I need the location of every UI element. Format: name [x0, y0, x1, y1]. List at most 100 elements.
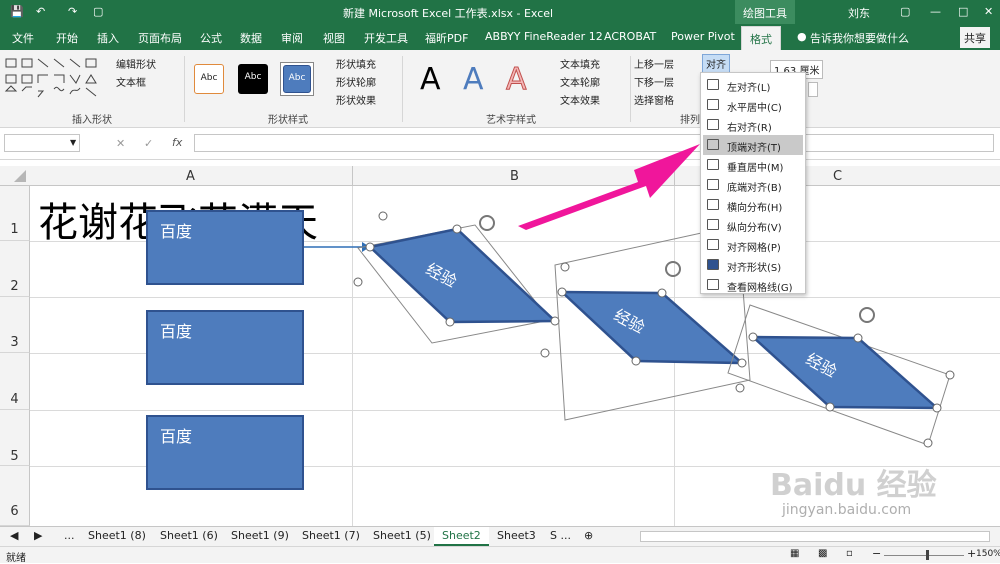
menu-item-snap-to-grid[interactable]: 对齐网格(P) [703, 235, 803, 255]
tab-home[interactable]: 开始 [56, 30, 78, 46]
rectangle-shape-2[interactable]: 百度 [146, 310, 304, 385]
minimize-icon[interactable]: — [930, 5, 941, 18]
align-dropdown-menu: 左对齐(L) 水平居中(C) 右对齐(R) 顶端对齐(T) 垂直居中(M) 底端… [700, 72, 806, 294]
row-header-2[interactable]: 2 [0, 241, 30, 297]
row-header-5[interactable]: 5 [0, 410, 30, 466]
sheet-tab[interactable]: Sheet3 [497, 529, 536, 542]
page-layout-view-icon[interactable]: ▩ [818, 548, 827, 559]
row-header-1[interactable]: 1 [0, 186, 30, 241]
sheet-tab[interactable]: S ... [550, 529, 571, 542]
tab-file[interactable]: 文件 [12, 30, 34, 46]
select-all-corner[interactable] [2, 168, 28, 184]
shapes-gallery[interactable] [4, 56, 110, 106]
sheet-tab[interactable]: Sheet1 (5) [373, 529, 431, 542]
menu-item-align-middle[interactable]: 垂直居中(M) [703, 155, 803, 175]
menu-item-distribute-horizontally[interactable]: 横向分布(H) [703, 195, 803, 215]
shape-effects-button[interactable]: 形状效果 [336, 92, 376, 107]
shape-fill-button[interactable]: 形状填充 [336, 56, 376, 71]
rectangle-shape-1[interactable]: 百度 [146, 210, 304, 285]
sheet-tab[interactable]: Sheet1 (8) [88, 529, 146, 542]
edit-shape-button[interactable]: 编辑形状 [116, 56, 156, 71]
tab-data[interactable]: 数据 [240, 30, 262, 46]
text-outline-button[interactable]: 文本轮廓 [560, 74, 600, 89]
share-button[interactable]: 共享 [960, 27, 990, 48]
sheet-tab[interactable]: Sheet1 (6) [160, 529, 218, 542]
redo-icon[interactable]: ↷ [68, 5, 77, 18]
wordart-black[interactable]: A [420, 62, 441, 97]
menu-item-align-left[interactable]: 左对齐(L) [703, 75, 803, 95]
more-sheets-icon[interactable]: ... [64, 529, 75, 542]
menu-item-align-top[interactable]: 顶端对齐(T) [703, 135, 803, 155]
add-sheet-icon[interactable]: ⊕ [584, 529, 593, 542]
prev-sheet-icon[interactable]: ◀ [10, 529, 18, 542]
quick-access-icon[interactable]: ▢ [93, 5, 103, 18]
zoom-out-icon[interactable]: − [872, 547, 881, 560]
tell-me-input[interactable]: 告诉我你想要做什么 [810, 30, 909, 46]
parallelogram-shape-3[interactable] [727, 304, 955, 448]
lightbulb-icon: ● [797, 30, 807, 43]
tab-foxit-pdf[interactable]: 福昕PDF [425, 30, 468, 46]
column-header-a[interactable]: A [186, 169, 195, 184]
wordart-blue[interactable]: A [463, 62, 484, 97]
sheet-tab[interactable]: Sheet1 (7) [302, 529, 360, 542]
normal-view-icon[interactable]: ▦ [790, 548, 799, 559]
page-break-view-icon[interactable]: ▫ [846, 548, 853, 559]
zoom-slider-thumb[interactable] [926, 550, 929, 560]
menu-item-distribute-vertically[interactable]: 纵向分布(V) [703, 215, 803, 235]
row-header-4[interactable]: 4 [0, 353, 30, 410]
maximize-icon[interactable]: □ [958, 5, 968, 18]
wordart-red-outline[interactable]: A [506, 62, 528, 98]
tab-power-pivot[interactable]: Power Pivot [671, 30, 735, 43]
next-sheet-icon[interactable]: ▶ [34, 529, 42, 542]
menu-item-align-right[interactable]: 右对齐(R) [703, 115, 803, 135]
zoom-in-icon[interactable]: + [967, 547, 976, 560]
row-header-6[interactable]: 6 [0, 466, 30, 526]
name-box-dropdown-icon[interactable]: ▼ [70, 138, 76, 147]
align-button[interactable]: 对齐 [702, 54, 730, 73]
tab-review[interactable]: 审阅 [281, 30, 303, 46]
zoom-slider[interactable] [884, 555, 964, 556]
tab-insert[interactable]: 插入 [97, 30, 119, 46]
tab-acrobat[interactable]: ACROBAT [604, 30, 656, 43]
tab-formulas[interactable]: 公式 [200, 30, 222, 46]
tab-abbyy[interactable]: ABBYY FineReader 12 [485, 30, 603, 43]
tab-view[interactable]: 视图 [323, 30, 345, 46]
bring-forward-button[interactable]: 上移一层 [634, 56, 674, 71]
tab-developer[interactable]: 开发工具 [364, 30, 408, 46]
text-fill-button[interactable]: 文本填充 [560, 56, 600, 71]
horizontal-scrollbar[interactable] [640, 531, 990, 542]
align-center-icon [707, 99, 719, 110]
tab-format[interactable]: 格式 [741, 26, 781, 50]
user-name[interactable]: 刘东 [848, 5, 870, 21]
ribbon-display-icon[interactable]: ▢ [900, 5, 910, 18]
shape-outline-button[interactable]: 形状轮廓 [336, 74, 376, 89]
width-input[interactable]: ​ [808, 82, 818, 97]
textbox-button[interactable]: 文本框 [116, 74, 146, 89]
zoom-level[interactable]: 150% [976, 549, 1000, 559]
close-icon[interactable]: ✕ [984, 5, 993, 18]
menu-item-align-bottom[interactable]: 底端对齐(B) [703, 175, 803, 195]
enter-icon[interactable]: ✓ [144, 137, 153, 150]
menu-item-align-center[interactable]: 水平居中(C) [703, 95, 803, 115]
cancel-icon[interactable]: ✕ [116, 137, 125, 150]
insert-function-icon[interactable]: fx [172, 136, 182, 149]
title-bar: 💾 ↶ ↷ ▢ 新建 Microsoft Excel 工作表.xlsx - Ex… [0, 0, 1000, 24]
send-backward-button[interactable]: 下移一层 [634, 74, 674, 89]
rectangle-shape-3[interactable]: 百度 [146, 415, 304, 490]
shape-style-orange[interactable]: Abc [194, 64, 224, 94]
column-header-c[interactable]: C [833, 169, 842, 184]
menu-item-snap-to-shape[interactable]: 对齐形状(S) [703, 255, 803, 275]
sheet-tab[interactable]: Sheet1 (9) [231, 529, 289, 542]
shape-style-blue-selected[interactable]: Abc [280, 62, 314, 96]
name-box[interactable] [4, 134, 80, 152]
save-icon[interactable]: 💾 [10, 5, 24, 18]
selection-pane-button[interactable]: 选择窗格 [634, 92, 674, 107]
sheet-tab-active[interactable]: Sheet2 [434, 527, 489, 546]
shape-style-black[interactable]: Abc [238, 64, 268, 94]
row-header-3[interactable]: 3 [0, 297, 30, 353]
watermark-logo: Baidu 经验 [770, 468, 937, 503]
undo-icon[interactable]: ↶ [36, 5, 45, 18]
menu-item-view-gridlines[interactable]: 查看网格线(G) [703, 275, 803, 295]
text-effects-button[interactable]: 文本效果 [560, 92, 600, 107]
tab-page-layout[interactable]: 页面布局 [138, 30, 182, 46]
